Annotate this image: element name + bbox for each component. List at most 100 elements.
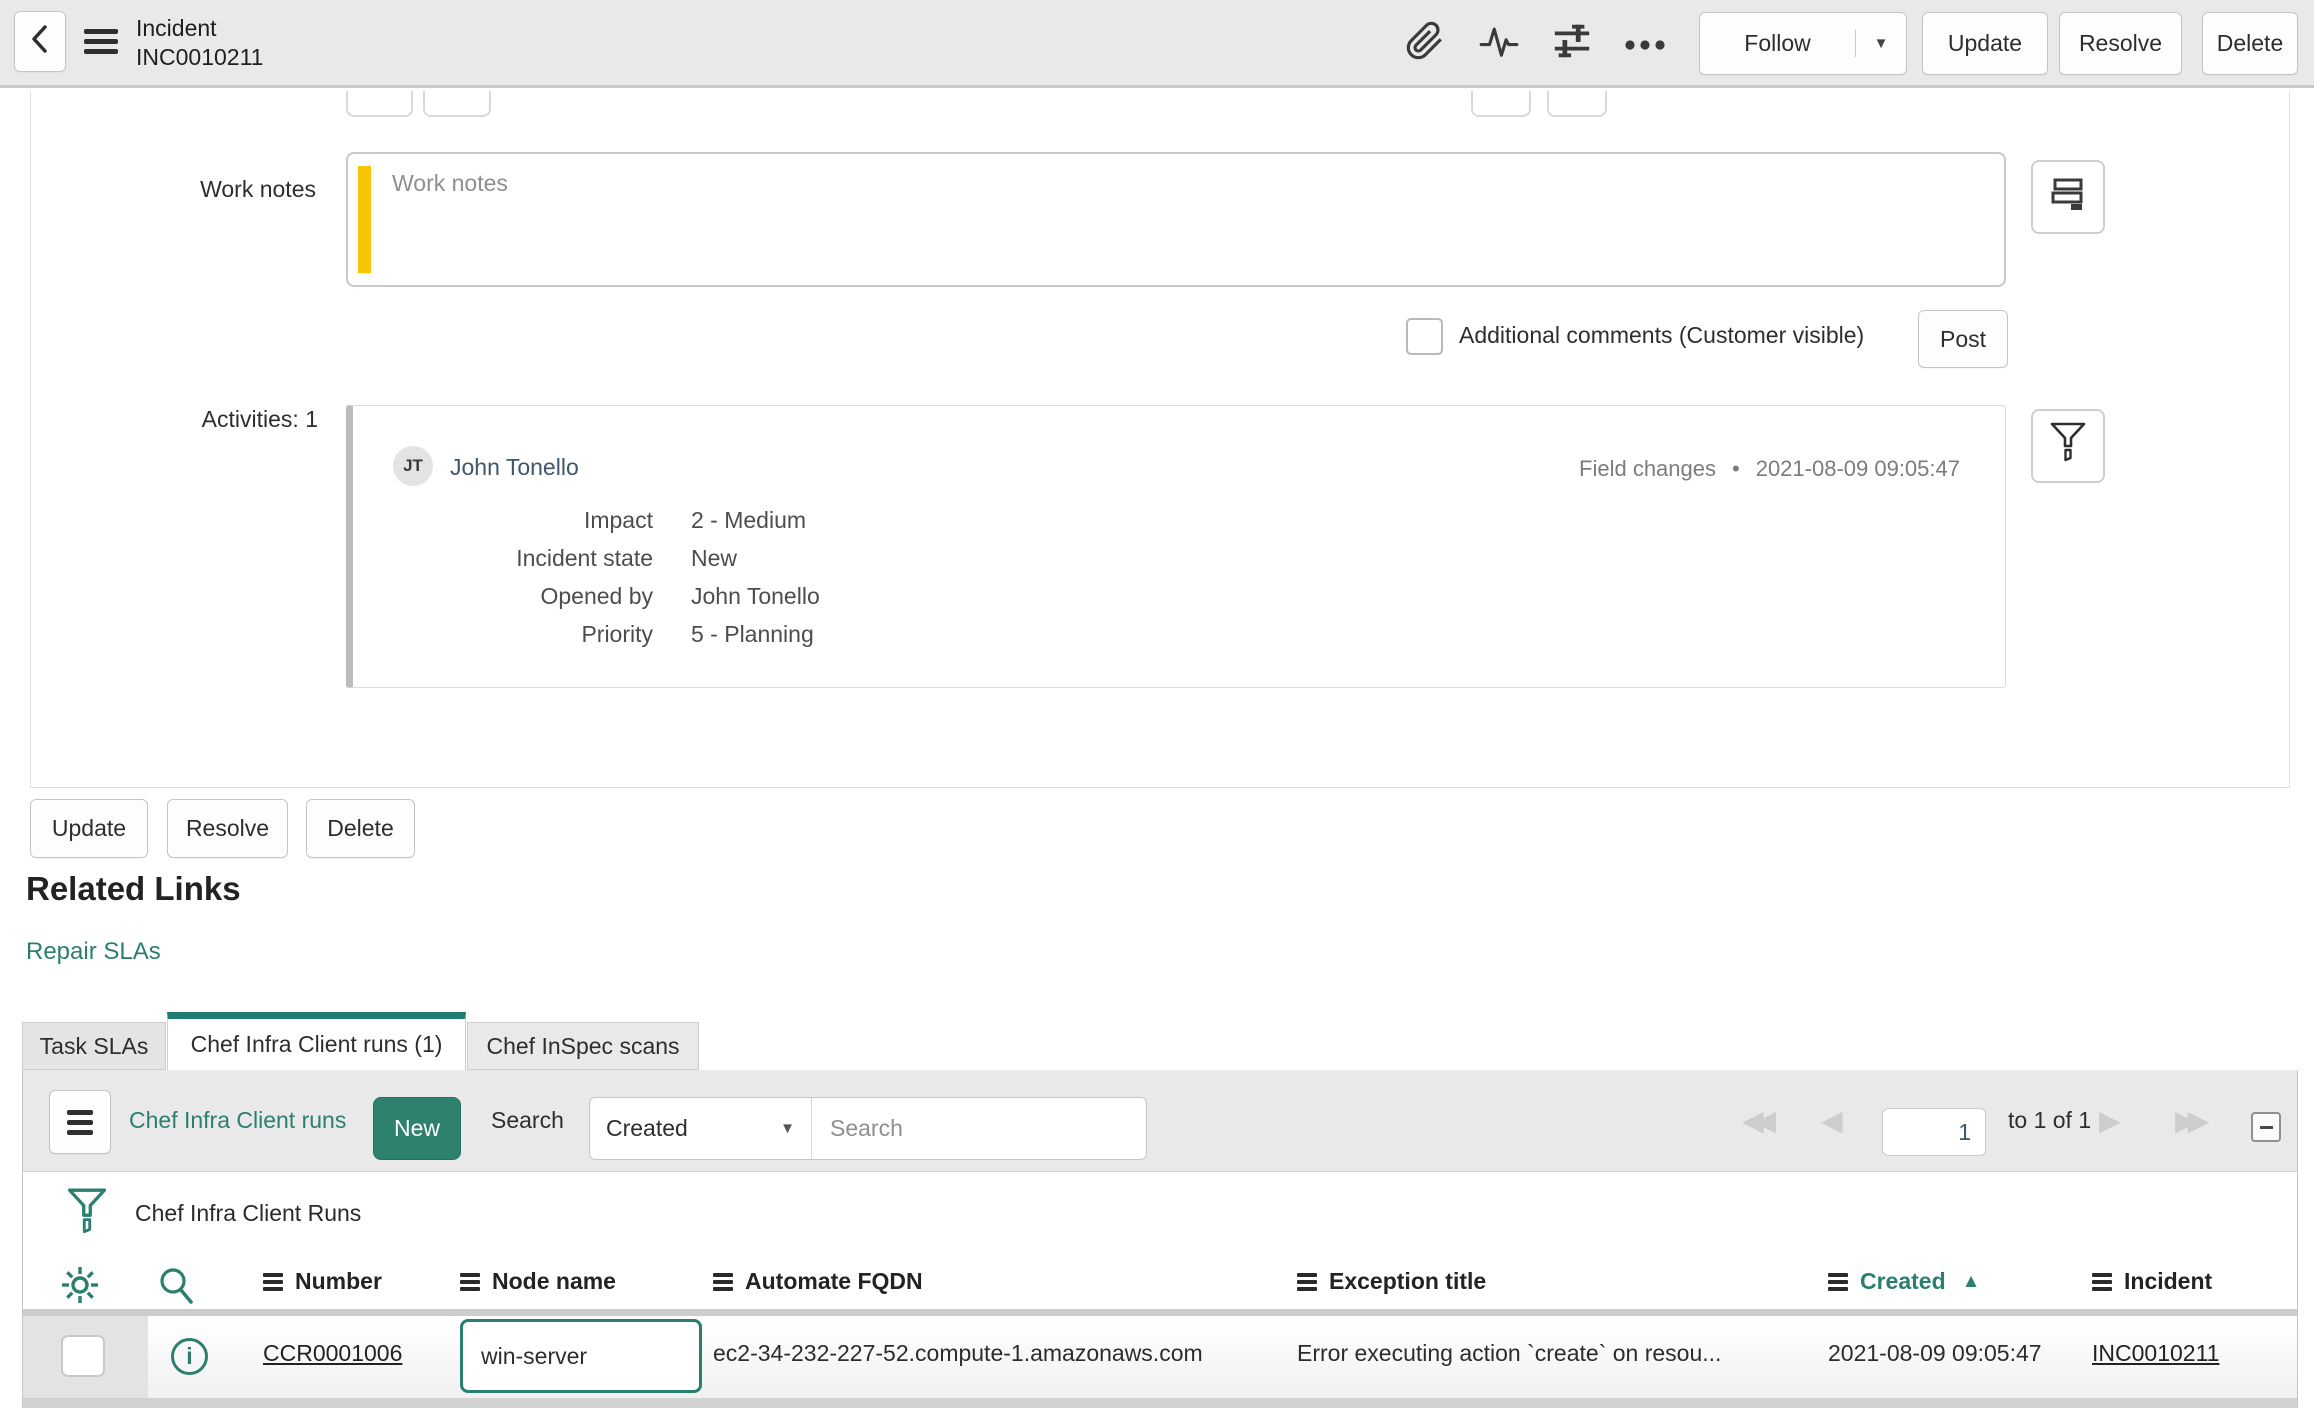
column-header-created[interactable]: Created ▲ bbox=[1828, 1268, 1980, 1295]
column-header-incident[interactable]: Incident bbox=[2092, 1268, 2212, 1295]
list-context-menu-button[interactable] bbox=[49, 1090, 111, 1154]
header-delete-button[interactable]: Delete bbox=[2202, 12, 2298, 75]
field-change-value: John Tonello bbox=[691, 583, 820, 609]
column-header-automate-fqdn[interactable]: Automate FQDN bbox=[713, 1268, 923, 1295]
post-button[interactable]: Post bbox=[1918, 310, 2008, 368]
activity-timestamp: 2021-08-09 09:05:47 bbox=[1755, 456, 1960, 481]
prev-page-button[interactable]: ◀ bbox=[1821, 1100, 1843, 1142]
next-page-button[interactable]: ▶ bbox=[2099, 1100, 2121, 1142]
new-record-button[interactable]: New bbox=[373, 1097, 461, 1160]
collapse-list-button[interactable] bbox=[2251, 1112, 2281, 1142]
list-title-link[interactable]: Chef Infra Client runs bbox=[129, 1107, 346, 1134]
page-range-text: to 1 of 1 bbox=[2008, 1107, 2092, 1133]
activity-event-type: Field changes bbox=[1579, 456, 1716, 481]
minus-icon bbox=[2259, 1125, 2273, 1129]
field-change-label: Priority bbox=[581, 621, 653, 647]
funnel-icon bbox=[2050, 422, 2086, 470]
info-icon: i bbox=[171, 1338, 208, 1375]
activity-stream-button[interactable] bbox=[1476, 20, 1522, 68]
last-page-button[interactable]: ▶▶ bbox=[2175, 1100, 2209, 1142]
activity-user: John Tonello bbox=[450, 454, 579, 480]
activity-pulse-icon bbox=[1478, 22, 1520, 66]
follow-split-button: Follow ▼ bbox=[1699, 12, 1907, 75]
list-filter-button[interactable] bbox=[67, 1188, 107, 1242]
column-label: Exception title bbox=[1329, 1268, 1487, 1294]
field-change-value: New bbox=[691, 545, 738, 571]
row-node-name-value: win-server bbox=[481, 1342, 588, 1369]
row-checkbox[interactable] bbox=[61, 1335, 105, 1377]
search-icon bbox=[155, 1268, 197, 1311]
row-preview-button[interactable]: i bbox=[171, 1338, 208, 1375]
search-column-value: Created bbox=[606, 1115, 688, 1141]
header-update-button[interactable]: Update bbox=[1922, 12, 2048, 75]
horizontal-scrollbar[interactable] bbox=[23, 1398, 2297, 1408]
row-incident-link[interactable]: INC0010211 bbox=[2092, 1340, 2219, 1367]
clipped-button[interactable] bbox=[423, 91, 491, 117]
tab-task-slas[interactable]: Task SLAs bbox=[22, 1022, 166, 1070]
column-header-node-name[interactable]: Node name bbox=[460, 1268, 616, 1295]
activity-meta: Field changes • 2021-08-09 09:05:47 bbox=[1579, 456, 1960, 482]
field-change-row: Impact 2 - Medium bbox=[353, 507, 2005, 545]
footer-update-button[interactable]: Update bbox=[30, 799, 148, 858]
avatar: JT bbox=[393, 446, 433, 486]
list-breadcrumb[interactable]: Chef Infra Client Runs bbox=[135, 1200, 361, 1227]
row-node-name-cell[interactable]: win-server bbox=[460, 1319, 702, 1393]
row-number-link[interactable]: CCR0001006 bbox=[263, 1340, 402, 1367]
more-options-button[interactable] bbox=[1622, 20, 1668, 68]
list-search-toggle-button[interactable] bbox=[155, 1264, 197, 1312]
chevron-down-icon: ▼ bbox=[1873, 35, 1889, 52]
work-notes-field-wrap bbox=[346, 152, 2006, 287]
sort-ascending-icon: ▲ bbox=[1961, 1270, 1981, 1292]
list-filter-row: Chef Infra Client Runs bbox=[23, 1172, 2297, 1256]
follow-button[interactable]: Follow bbox=[1700, 30, 1856, 57]
header-resolve-button[interactable]: Resolve bbox=[2059, 12, 2182, 75]
field-change-label: Incident state bbox=[516, 545, 653, 571]
row-checkbox-cell bbox=[23, 1316, 148, 1398]
repair-slas-link[interactable]: Repair SLAs bbox=[26, 938, 161, 966]
first-page-button[interactable]: ◀◀ bbox=[1742, 1100, 1776, 1142]
additional-comments-checkbox[interactable] bbox=[1406, 318, 1443, 355]
field-change-label: Impact bbox=[583, 507, 653, 533]
attachment-button[interactable] bbox=[1402, 20, 1448, 68]
context-menu-icon[interactable] bbox=[84, 29, 118, 54]
column-menu-icon bbox=[2092, 1272, 2112, 1291]
list-header-row: Number Node name Automate FQDN Exception… bbox=[23, 1256, 2297, 1316]
list-search-input[interactable] bbox=[812, 1098, 1146, 1159]
search-column-select[interactable]: Created ▼ bbox=[590, 1098, 812, 1159]
clipped-button[interactable] bbox=[346, 91, 413, 117]
column-label: Automate FQDN bbox=[745, 1268, 923, 1294]
clipped-button[interactable] bbox=[1471, 91, 1531, 117]
footer-delete-button[interactable]: Delete bbox=[306, 799, 415, 858]
column-header-exception-title[interactable]: Exception title bbox=[1297, 1268, 1486, 1295]
personalize-form-button[interactable] bbox=[1549, 20, 1595, 68]
chevron-down-icon: ▼ bbox=[780, 1120, 795, 1137]
back-button[interactable] bbox=[14, 11, 66, 72]
column-label: Created bbox=[1860, 1268, 1946, 1294]
column-label: Node name bbox=[492, 1268, 616, 1294]
field-change-row: Opened by John Tonello bbox=[353, 583, 2005, 621]
form-header-bar: Incident INC0010211 Follow ▼ Update Reso… bbox=[0, 0, 2314, 88]
column-menu-icon bbox=[713, 1272, 733, 1291]
record-number: INC0010211 bbox=[136, 44, 264, 70]
tab-chef-inspec-scans[interactable]: Chef InSpec scans bbox=[467, 1022, 699, 1070]
list-search-combo: Created ▼ bbox=[589, 1097, 1147, 1160]
tab-chef-infra-client-runs[interactable]: Chef Infra Client runs (1) bbox=[167, 1012, 466, 1070]
column-menu-icon bbox=[460, 1272, 480, 1291]
footer-resolve-button[interactable]: Resolve bbox=[167, 799, 288, 858]
gear-icon bbox=[59, 1267, 101, 1311]
field-change-row: Priority 5 - Planning bbox=[353, 621, 2005, 659]
list-toolbar: Chef Infra Client runs New Search Create… bbox=[23, 1070, 2297, 1172]
sliders-icon bbox=[1551, 20, 1593, 68]
column-menu-icon bbox=[263, 1272, 283, 1291]
search-label: Search bbox=[491, 1107, 564, 1133]
work-notes-input[interactable] bbox=[382, 160, 1998, 279]
follow-dropdown-button[interactable]: ▼ bbox=[1856, 35, 1906, 52]
page-number-input[interactable] bbox=[1882, 1108, 1986, 1156]
record-type: Incident bbox=[136, 15, 217, 41]
row-automate-fqdn: ec2-34-232-227-52.compute-1.amazonaws.co… bbox=[713, 1340, 1203, 1366]
list-personalize-button[interactable] bbox=[59, 1264, 101, 1312]
column-header-number[interactable]: Number bbox=[263, 1268, 382, 1295]
clipped-button[interactable] bbox=[1547, 91, 1607, 117]
activity-filter-button[interactable] bbox=[2031, 409, 2105, 483]
toggle-activity-stream-button[interactable] bbox=[2031, 160, 2105, 234]
